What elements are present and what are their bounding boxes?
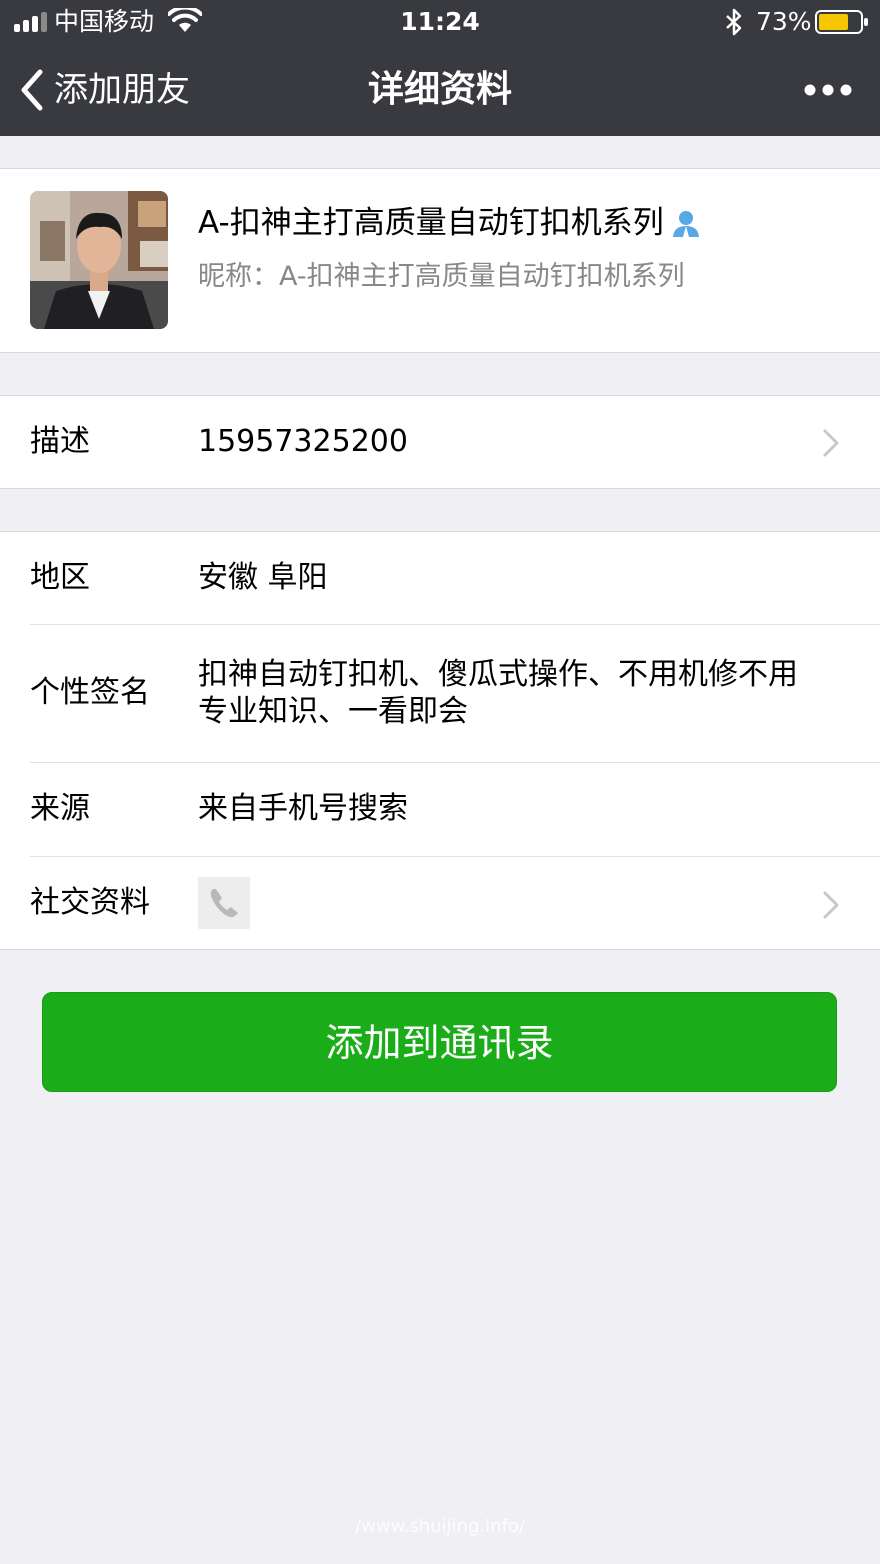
nickname: 昵称：A-扣神主打高质量自动钉扣机系列	[198, 261, 685, 292]
source-label: 来源	[30, 791, 90, 826]
avatar-image	[30, 191, 168, 329]
battery-icon	[815, 10, 868, 34]
profile-name: A-扣神主打高质量自动钉扣机系列	[198, 203, 702, 243]
profile-card: A-扣神主打高质量自动钉扣机系列 昵称：A-扣神主打高质量自动钉扣机系列	[0, 168, 880, 353]
region-value: 安徽 阜阳	[198, 560, 328, 595]
clock: 11:24	[400, 7, 480, 36]
source-value: 来自手机号搜索	[198, 791, 408, 826]
watermark: /www.shuijing.info/	[355, 1516, 525, 1537]
description-value: 15957325200	[198, 424, 408, 459]
add-to-contacts-button[interactable]: 添加到通讯录	[42, 992, 837, 1092]
bluetooth-icon	[726, 8, 742, 36]
more-options-icon[interactable]	[804, 78, 852, 102]
source-row: 来源 来自手机号搜索	[0, 763, 880, 856]
battery-percent: 73%	[756, 7, 812, 36]
description-label: 描述	[30, 424, 90, 459]
signature-line-1: 扣神自动钉扣机、傻瓜式操作、不用机修不用	[198, 657, 798, 692]
status-bar: 中国移动 11:24 73%	[0, 0, 880, 44]
signature-label: 个性签名	[30, 675, 150, 710]
description-row[interactable]: 描述 15957325200	[0, 395, 880, 489]
person-icon	[672, 211, 699, 237]
signature-line-2: 专业知识、一看即会	[198, 694, 468, 729]
profile-name-text: A-扣神主打高质量自动钉扣机系列	[198, 205, 664, 241]
info-section: 地区 安徽 阜阳 个性签名 扣神自动钉扣机、傻瓜式操作、不用机修不用 专业知识、…	[0, 531, 880, 950]
social-row[interactable]: 社交资料	[0, 857, 880, 949]
region-row: 地区 安徽 阜阳	[0, 532, 880, 624]
signature-row: 个性签名 扣神自动钉扣机、傻瓜式操作、不用机修不用 专业知识、一看即会	[0, 625, 880, 762]
avatar[interactable]	[30, 191, 168, 329]
region-label: 地区	[30, 560, 90, 595]
chevron-right-icon	[823, 891, 839, 919]
phone-icon	[198, 877, 250, 929]
navigation-bar: 添加朋友 详细资料	[0, 44, 880, 136]
page-title: 详细资料	[367, 69, 512, 110]
chevron-right-icon	[823, 429, 839, 457]
social-label: 社交资料	[30, 885, 150, 920]
